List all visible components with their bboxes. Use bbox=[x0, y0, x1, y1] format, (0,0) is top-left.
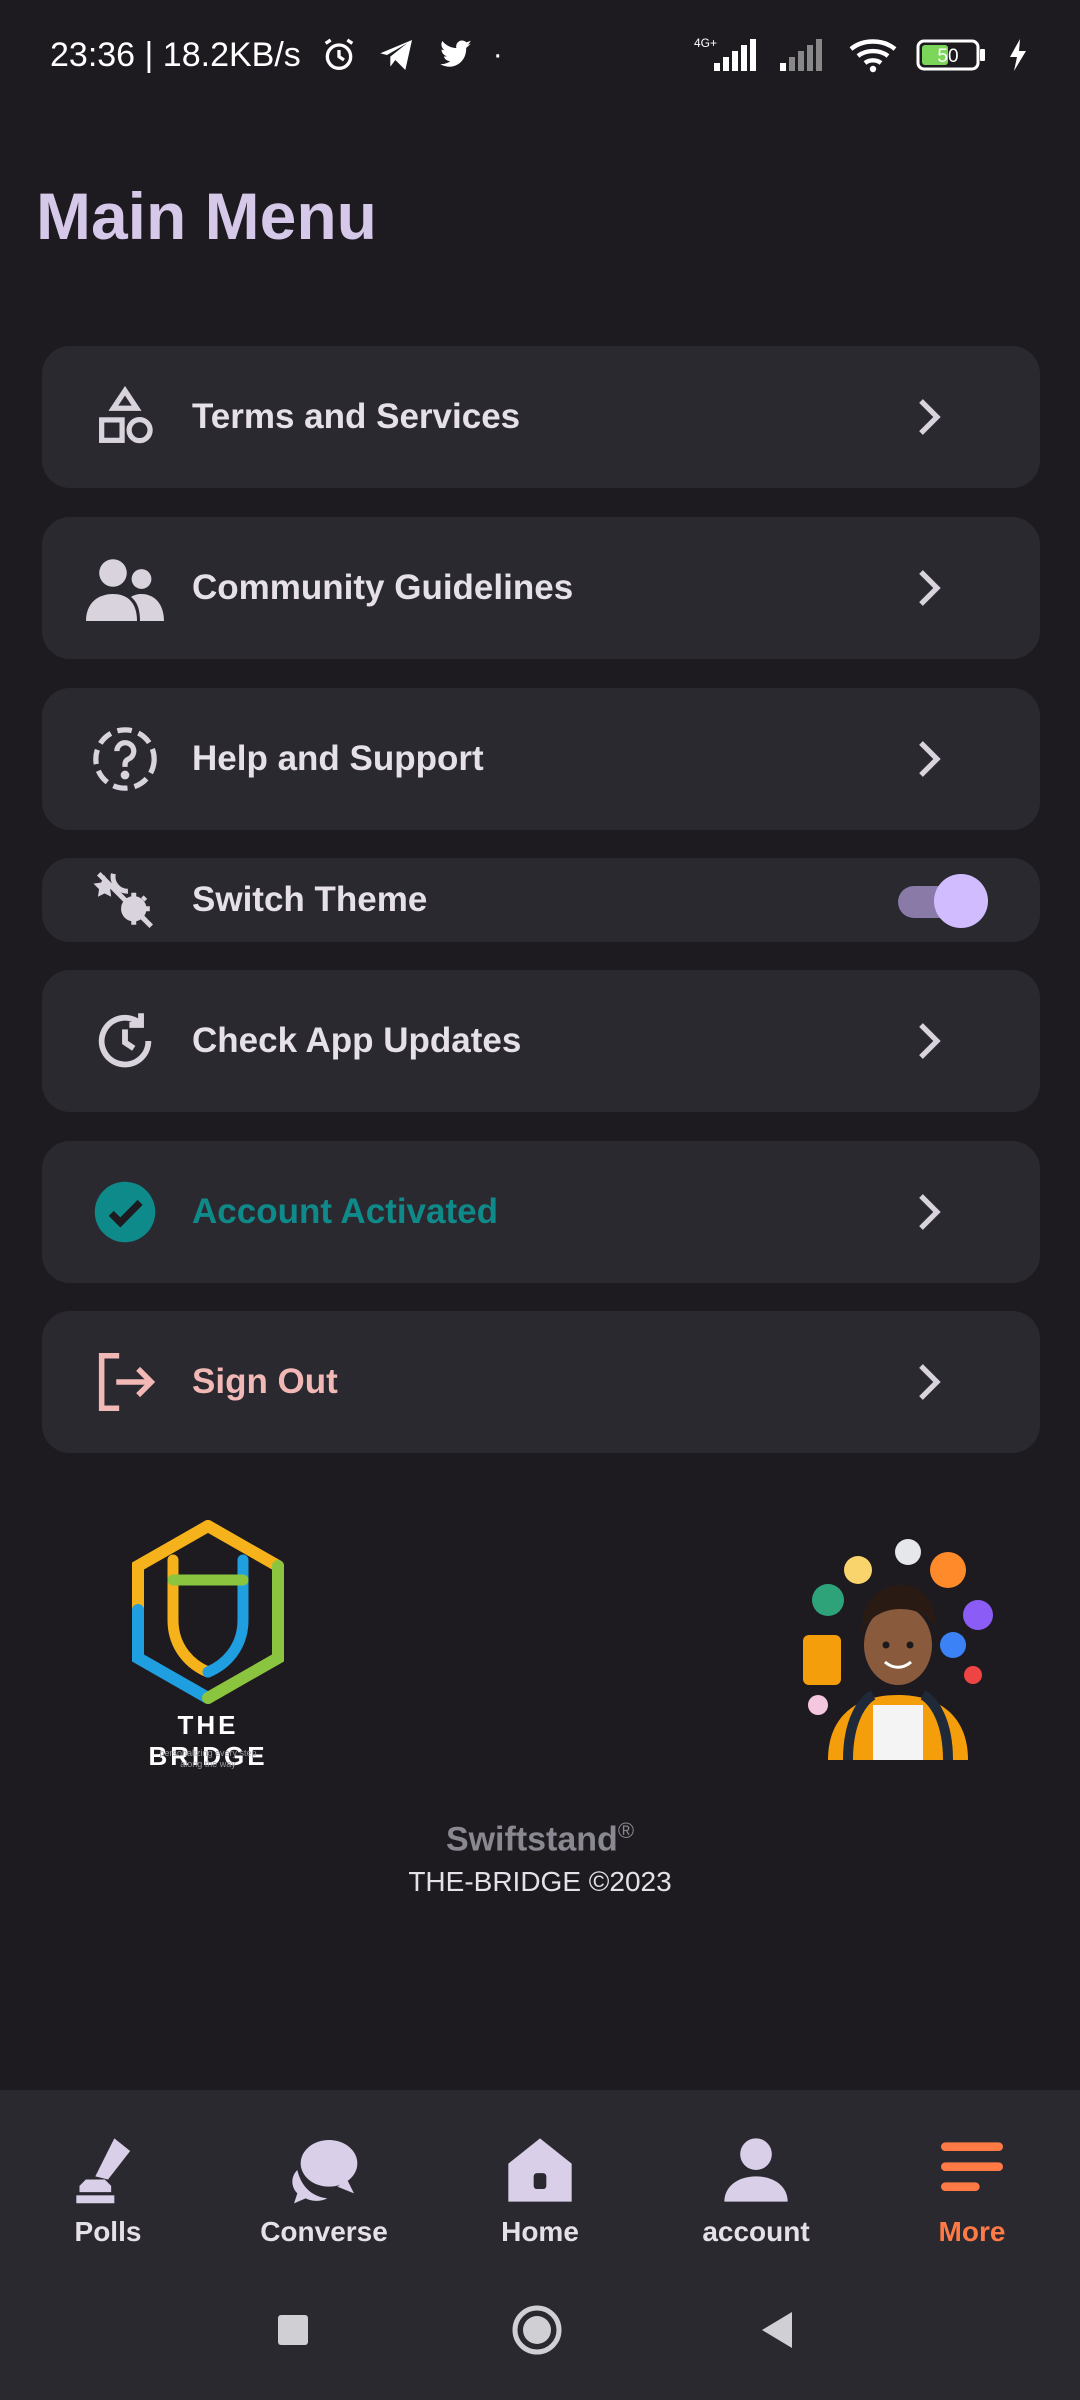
toggle-thumb bbox=[934, 874, 988, 928]
battery-level: 50 bbox=[937, 46, 958, 67]
chat-bubbles-icon bbox=[284, 2130, 364, 2210]
menu-label-community: Community Guidelines bbox=[192, 568, 574, 607]
menu-label-theme: Switch Theme bbox=[192, 880, 428, 919]
character-illustration bbox=[788, 1530, 1008, 1761]
chevron-right-icon bbox=[919, 1364, 941, 1400]
mobile-signal-icon: 4G+ bbox=[694, 36, 756, 71]
status-time: 23:36 | 18.2KB/s bbox=[50, 35, 301, 74]
nav-item-home[interactable]: Home bbox=[432, 2130, 648, 2270]
page-title: Main Menu bbox=[36, 179, 377, 253]
twitter-icon bbox=[439, 40, 472, 67]
logout-icon bbox=[86, 1343, 164, 1421]
menu-item-terms[interactable]: Terms and Services bbox=[42, 346, 1040, 488]
bridge-hexagon-icon bbox=[132, 1520, 284, 1704]
network-type-label: 4G+ bbox=[694, 36, 717, 50]
menu-label-terms: Terms and Services bbox=[192, 397, 521, 436]
menu-label-account: Account Activated bbox=[192, 1192, 498, 1231]
home-system-button[interactable] bbox=[502, 2300, 572, 2360]
menu-lines-icon bbox=[932, 2130, 1012, 2210]
update-clock-icon bbox=[86, 1002, 164, 1080]
circle-icon bbox=[512, 2305, 562, 2355]
chevron-right-icon bbox=[919, 399, 941, 435]
status-left: 23:36 | 18.2KB/s · bbox=[50, 35, 503, 75]
status-right: 4G+ 50 bbox=[690, 35, 1030, 75]
nav-item-polls[interactable]: Polls bbox=[0, 2130, 216, 2270]
status-bar: 23:36 | 18.2KB/s · 4G+ 50 bbox=[0, 0, 1080, 110]
chevron-right-icon bbox=[919, 1194, 941, 1230]
nav-item-account[interactable]: account bbox=[648, 2130, 864, 2270]
wifi-icon bbox=[849, 39, 897, 73]
menu-label-updates: Check App Updates bbox=[192, 1021, 522, 1060]
chevron-right-icon bbox=[919, 570, 941, 606]
recent-apps-button[interactable] bbox=[258, 2300, 328, 2360]
menu-item-account[interactable]: Account Activated bbox=[42, 1141, 1040, 1283]
menu-label-help: Help and Support bbox=[192, 739, 484, 778]
users-icon bbox=[86, 549, 164, 627]
menu-label-signout: Sign Out bbox=[192, 1362, 338, 1401]
bridge-tagline-line-1: personalizing every step bbox=[159, 1748, 257, 1758]
brand-name-text: Swiftstand bbox=[445, 1820, 618, 1859]
menu-item-signout[interactable]: Sign Out bbox=[42, 1311, 1040, 1453]
shapes-icon bbox=[86, 378, 164, 456]
copyright-text: THE-BRIDGE ©2023 bbox=[408, 1866, 672, 1897]
poll-pen-icon bbox=[68, 2130, 148, 2210]
nav-label-more: More bbox=[938, 2216, 1006, 2247]
user-icon bbox=[716, 2130, 796, 2210]
menu-item-updates[interactable]: Check App Updates bbox=[42, 970, 1040, 1112]
back-button[interactable] bbox=[742, 2300, 812, 2360]
menu-item-theme[interactable]: Switch Theme bbox=[42, 858, 1040, 942]
mobile-signal-2-icon bbox=[780, 39, 822, 71]
the-bridge-logo: THE BRIDGE personalizing every step alon… bbox=[118, 1520, 298, 1780]
square-icon bbox=[278, 2315, 308, 2345]
nav-item-more[interactable]: More bbox=[864, 2130, 1080, 2270]
help-circle-icon bbox=[86, 720, 164, 798]
menu-item-help[interactable]: Help and Support bbox=[42, 688, 1040, 830]
nav-label-polls: Polls bbox=[74, 2216, 142, 2247]
battery-icon: 50 bbox=[916, 39, 985, 71]
theme-icon bbox=[86, 861, 164, 939]
brand-name: Swiftstand® bbox=[0, 1818, 1080, 1859]
telegram-icon bbox=[380, 40, 412, 70]
alarm-icon bbox=[324, 38, 354, 70]
back-triangle-icon bbox=[762, 2312, 792, 2348]
bridge-tagline: personalizing every step along the way bbox=[118, 1748, 298, 1770]
check-circle-icon bbox=[86, 1173, 164, 1251]
home-icon bbox=[500, 2130, 580, 2210]
charging-icon bbox=[1010, 39, 1026, 71]
registered-mark: ® bbox=[617, 1818, 635, 1843]
chevron-right-icon bbox=[919, 741, 941, 777]
nav-label-account: account bbox=[702, 2216, 810, 2247]
notification-dot: · bbox=[492, 38, 503, 71]
chevron-right-icon bbox=[919, 1023, 941, 1059]
nav-item-converse[interactable]: Converse bbox=[216, 2130, 432, 2270]
bridge-tagline-line-2: along the way bbox=[180, 1759, 236, 1769]
nav-label-home: Home bbox=[501, 2216, 579, 2247]
menu-item-community[interactable]: Community Guidelines bbox=[42, 517, 1040, 659]
nav-label-converse: Converse bbox=[260, 2216, 388, 2247]
theme-toggle[interactable] bbox=[898, 874, 988, 928]
system-navigation bbox=[0, 2300, 1080, 2360]
